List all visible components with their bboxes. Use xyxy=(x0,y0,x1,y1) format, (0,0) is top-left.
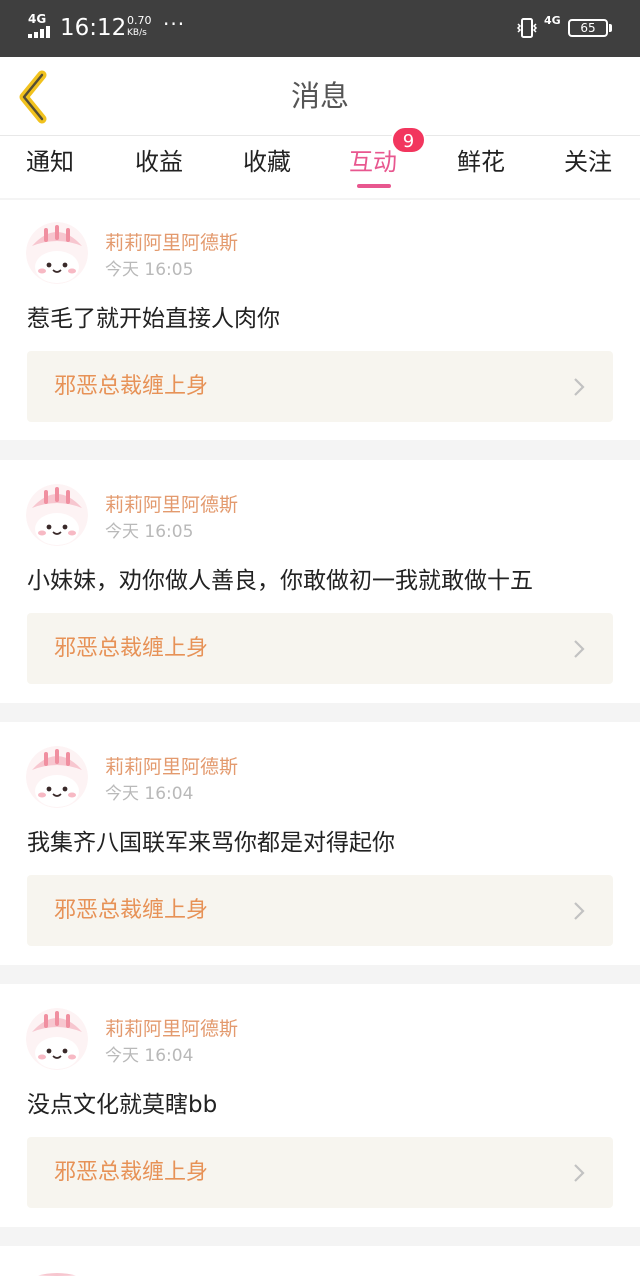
unread-badge: 9 xyxy=(391,126,426,154)
message-card: 莉莉阿里阿德斯 今天 16:04 我集齐八国联军来骂你都是对得起你 邪恶总裁缠上… xyxy=(0,722,640,965)
tab-favorites[interactable]: 收藏 xyxy=(227,146,307,178)
message-time: 今天 16:05 xyxy=(105,522,194,542)
avatar[interactable] xyxy=(26,1270,88,1276)
message-time: 今天 16:05 xyxy=(105,260,194,280)
tab-bar: 通知 收益 收藏 互动 鲜花 关注 xyxy=(0,136,640,198)
reference-link[interactable]: 邪恶总裁缠上身 xyxy=(27,613,613,684)
reference-title: 邪恶总裁缠上身 xyxy=(54,1160,209,1185)
chevron-right-icon xyxy=(574,378,585,396)
author-name[interactable]: 莉莉阿里阿德斯 xyxy=(105,231,238,255)
battery-icon: 65 xyxy=(568,19,608,37)
comment-text: 没点文化就莫瞎bb xyxy=(27,1092,218,1118)
avatar[interactable] xyxy=(26,746,88,808)
header: 消息 xyxy=(0,57,640,136)
avatar[interactable] xyxy=(26,1008,88,1070)
more-icon: ··· xyxy=(163,12,186,36)
message-card: 莉莉阿里阿德斯 今天 16:04 没点文化就莫瞎bb 邪恶总裁缠上身 xyxy=(0,984,640,1227)
page-title: 消息 xyxy=(290,79,349,113)
vibrate-icon xyxy=(516,18,538,38)
reference-title: 邪恶总裁缠上身 xyxy=(54,898,209,923)
network-type-2: 4G xyxy=(544,14,561,27)
reference-title: 邪恶总裁缠上身 xyxy=(54,374,209,399)
active-tab-indicator xyxy=(357,184,391,188)
tab-follow[interactable]: 关注 xyxy=(548,146,628,178)
signal-icon xyxy=(28,26,54,38)
comment-text: 惹毛了就开始直接人肉你 xyxy=(27,306,280,332)
author-name[interactable]: 莉莉阿里阿德斯 xyxy=(105,493,238,517)
reference-link[interactable]: 邪恶总裁缠上身 xyxy=(27,875,613,946)
author-name[interactable]: 莉莉阿里阿德斯 xyxy=(105,755,238,779)
message-card: 莉莉阿里阿德斯 今天 16:05 惹毛了就开始直接人肉你 邪恶总裁缠上身 xyxy=(0,200,640,440)
network-type: 4G xyxy=(28,12,47,26)
chevron-right-icon xyxy=(574,902,585,920)
tab-flowers[interactable]: 鲜花 xyxy=(441,146,521,178)
status-bar: 4G 16:12 0.70 KB/s ··· 4G 65 xyxy=(0,0,640,57)
message-time: 今天 16:04 xyxy=(105,1046,194,1066)
comment-text: 我集齐八国联军来骂你都是对得起你 xyxy=(27,830,395,856)
author-name[interactable]: 莉莉阿里阿德斯 xyxy=(105,1017,238,1041)
avatar[interactable] xyxy=(26,484,88,546)
speed-unit: KB/s xyxy=(127,28,147,38)
tab-notifications[interactable]: 通知 xyxy=(10,146,90,178)
reference-link[interactable]: 邪恶总裁缠上身 xyxy=(27,1137,613,1208)
comment-text: 小妹妹，劝你做人善良，你敢做初一我就敢做十五 xyxy=(27,568,533,594)
clock: 16:12 xyxy=(60,15,127,41)
battery-tip xyxy=(609,24,612,32)
network-speed: 0.70 KB/s xyxy=(127,15,152,39)
tab-earnings[interactable]: 收益 xyxy=(119,146,199,178)
message-card: 莉莉阿里阿德斯 今天 16:05 小妹妹，劝你做人善良，你敢做初一我就敢做十五 … xyxy=(0,460,640,703)
avatar[interactable] xyxy=(26,222,88,284)
speed-value: 0.70 xyxy=(127,14,152,27)
reference-title: 邪恶总裁缠上身 xyxy=(54,636,209,661)
reference-link[interactable]: 邪恶总裁缠上身 xyxy=(27,351,613,422)
chevron-right-icon xyxy=(574,640,585,658)
chevron-right-icon xyxy=(574,1164,585,1182)
message-time: 今天 16:04 xyxy=(105,784,194,804)
message-card xyxy=(0,1246,640,1276)
